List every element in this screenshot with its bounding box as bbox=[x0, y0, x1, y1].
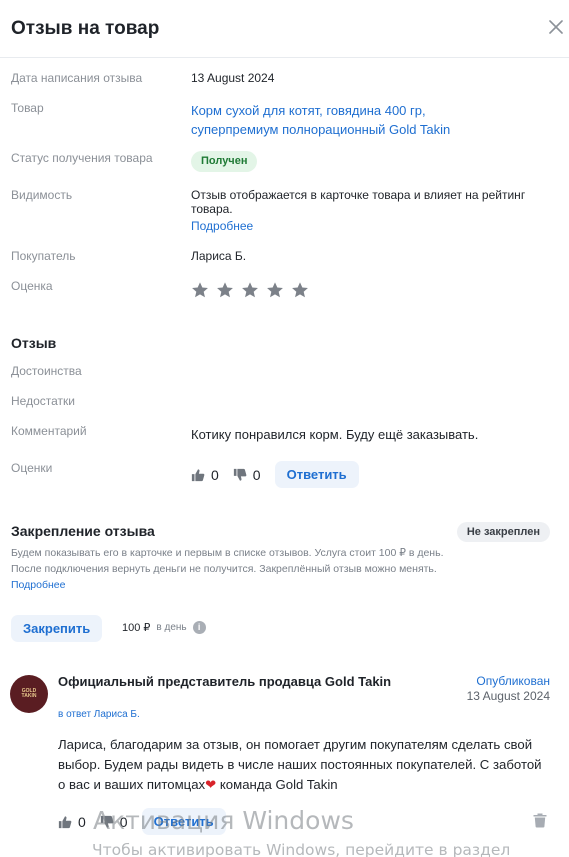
star-icon bbox=[267, 282, 283, 298]
windows-activation-hint: Чтобы активировать Windows, перейдите в … bbox=[92, 841, 511, 857]
modal-title: Отзыв на товар bbox=[11, 18, 160, 39]
review-section-title: Отзыв bbox=[11, 335, 57, 351]
answer-date: 13 August 2024 bbox=[466, 689, 550, 703]
visibility-text: Отзыв отображается в карточке товара и в… bbox=[191, 188, 526, 216]
pin-description-text: Будем показывать его в карточке и первым… bbox=[11, 547, 444, 575]
rating-label: Оценка bbox=[11, 279, 53, 293]
answer-like-button[interactable]: 0 bbox=[58, 814, 86, 830]
star-icon bbox=[242, 282, 258, 298]
thumbs-up-icon bbox=[191, 468, 205, 481]
date-label: Дата написания отзыва bbox=[11, 71, 143, 85]
status-badge: Получен bbox=[191, 151, 258, 172]
answer-like-count: 0 bbox=[78, 813, 86, 830]
price-value: 100 ₽ bbox=[122, 622, 151, 634]
review-reactions: 0 0 Ответить bbox=[191, 461, 359, 488]
pin-description: Будем показывать его в карточке и первым… bbox=[11, 545, 456, 593]
close-icon[interactable] bbox=[549, 16, 567, 38]
product-name-line-2: суперпремиум полнорационный Gold Takin bbox=[191, 122, 451, 137]
reply-button[interactable]: Ответить bbox=[274, 461, 359, 488]
visibility-label: Видимость bbox=[11, 188, 73, 202]
star-icon bbox=[217, 282, 233, 298]
pros-label: Достоинства bbox=[11, 364, 82, 378]
like-button[interactable]: 0 bbox=[191, 467, 219, 483]
pin-price: 100 ₽ в день i bbox=[122, 621, 206, 634]
answer-text-signature: команда Gold Takin bbox=[216, 777, 338, 792]
answer-status: Опубликован bbox=[476, 674, 550, 688]
answer-reactions: 0 0 Ответить bbox=[58, 808, 226, 835]
answer-reply-to[interactable]: в ответ Лариса Б. bbox=[58, 709, 140, 720]
comment-text: Котику понравился корм. Буду ещё заказыв… bbox=[191, 427, 479, 442]
avatar-logo-text-2: TAKIN bbox=[21, 693, 37, 699]
ratings-label: Оценки bbox=[11, 461, 53, 475]
dislike-button[interactable]: 0 bbox=[233, 467, 261, 483]
answer-dislike-button[interactable]: 0 bbox=[100, 814, 128, 830]
pin-more-link[interactable]: Подробнее bbox=[11, 579, 65, 591]
product-name-line-1: Корм сухой для котят, говядина 400 гр, bbox=[191, 103, 426, 118]
dislike-count: 0 bbox=[252, 466, 261, 483]
star-icon bbox=[292, 282, 308, 298]
visibility-more-link[interactable]: Подробнее bbox=[191, 219, 253, 233]
answer-author: Официальный представитель продавца Gold … bbox=[58, 674, 392, 689]
thumbs-down-icon bbox=[233, 468, 247, 481]
answer-text: Лариса, благодарим за отзыв, он помогает… bbox=[58, 735, 550, 795]
answer-dislike-count: 0 bbox=[119, 813, 128, 830]
price-period: в день bbox=[156, 622, 187, 633]
buyer-label: Покупатель bbox=[11, 249, 76, 263]
seller-avatar: GOLD TAKIN bbox=[10, 675, 48, 713]
star-icon bbox=[192, 282, 208, 298]
pin-status-badge: Не закреплен bbox=[456, 522, 550, 542]
comment-label: Комментарий bbox=[11, 424, 87, 438]
heart-icon: ❤ bbox=[205, 777, 217, 792]
pin-section-title: Закрепление отзыва bbox=[11, 523, 155, 539]
pin-button[interactable]: Закрепить bbox=[11, 615, 103, 642]
info-icon[interactable]: i bbox=[192, 621, 206, 634]
product-label: Товар bbox=[11, 101, 44, 115]
buyer-name: Лариса Б. bbox=[191, 249, 247, 263]
trash-icon[interactable] bbox=[532, 812, 548, 828]
answer-reply-button[interactable]: Ответить bbox=[141, 808, 226, 835]
cons-label: Недостатки bbox=[11, 394, 75, 408]
status-label: Статус получения товара bbox=[11, 151, 153, 165]
like-count: 0 bbox=[211, 466, 219, 483]
modal-header: Отзыв на товар bbox=[0, 0, 569, 58]
thumbs-up-icon bbox=[58, 815, 72, 828]
product-link[interactable]: Корм сухой для котят, говядина 400 гр, с… bbox=[191, 101, 450, 139]
rating-stars bbox=[191, 281, 309, 299]
thumbs-down-icon bbox=[100, 815, 114, 828]
date-value: 13 August 2024 bbox=[191, 71, 275, 85]
